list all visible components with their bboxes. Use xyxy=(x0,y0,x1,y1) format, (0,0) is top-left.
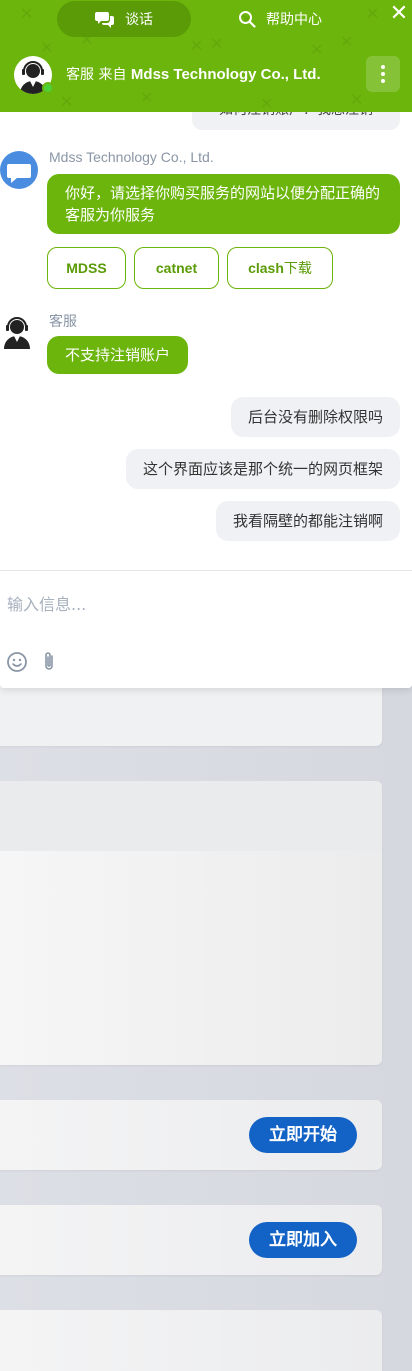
background-card xyxy=(0,1310,382,1371)
chat-bubbles-icon xyxy=(95,12,114,28)
tab-help-label: 帮助中心 xyxy=(266,12,322,28)
more-options-button[interactable] xyxy=(366,56,400,92)
bot-avatar xyxy=(0,151,38,189)
background-card: 立即开始 xyxy=(0,1100,382,1170)
chat-widget: 如何注销账户？我想注销 Mdss Technology Co., Ltd. 你好… xyxy=(0,0,412,688)
background-card xyxy=(0,781,382,1065)
close-icon[interactable]: ✕ xyxy=(387,2,411,26)
start-now-button[interactable]: 立即开始 xyxy=(249,1117,357,1153)
chat-header: ✕✕✕ ✕✕✕ ✕✕✕ ✕✕✕ ✕✕✕✕ 谈话 帮助中心 ✕ xyxy=(0,0,412,112)
emoji-icon[interactable] xyxy=(6,651,28,673)
choice-catnet-button[interactable]: catnet xyxy=(134,247,219,289)
search-icon xyxy=(239,11,256,28)
agent-sender-name: 客服 xyxy=(49,313,77,329)
bot-message-bubble: 你好，请选择你购买服务的网站以便分配正确的客服为你服务 xyxy=(47,174,400,234)
support-agent-icon xyxy=(4,317,30,349)
agent-company: Mdss Technology Co., Ltd. xyxy=(130,66,321,83)
bot-message-text: 你好，请选择你购买服务的网站以便分配正确的客服为你服务 xyxy=(65,184,381,224)
agent-prefix: 客服 来自 xyxy=(66,67,127,83)
join-now-button[interactable]: 立即加入 xyxy=(249,1222,357,1258)
chat-icon xyxy=(7,164,31,183)
user-message-text: 我看隔壁的都能注销啊 xyxy=(232,512,383,530)
user-message-text: 后台没有删除权限吗 xyxy=(247,408,383,426)
choice-label: clash xyxy=(248,260,284,276)
tab-chat[interactable]: 谈话 xyxy=(57,1,191,37)
agent-message-text: 不支持注销账户 xyxy=(65,346,171,364)
background-card: 立即加入 xyxy=(0,1205,382,1275)
tab-help-center[interactable]: 帮助中心 xyxy=(225,1,335,37)
choice-suffix: 下载 xyxy=(283,261,312,277)
choice-clash-button[interactable]: clash 下载 xyxy=(227,247,333,289)
agent-message-bubble: 不支持注销账户 xyxy=(47,336,189,374)
agent-info: 客服 来自 Mdss Technology Co., Ltd. xyxy=(0,54,412,96)
choice-label: catnet xyxy=(155,260,198,276)
agent-title: 客服 来自 Mdss Technology Co., Ltd. xyxy=(66,64,321,84)
composer xyxy=(0,570,412,688)
bot-sender-name: Mdss Technology Co., Ltd. xyxy=(49,149,214,165)
online-status-dot xyxy=(42,82,54,94)
agent-avatar xyxy=(0,313,38,351)
paperclip-icon[interactable] xyxy=(39,651,61,673)
tab-chat-label: 谈话 xyxy=(125,12,153,28)
user-message-bubble: 后台没有删除权限吗 xyxy=(230,397,400,437)
choice-mdss-button[interactable]: MDSS xyxy=(47,247,126,289)
message-input[interactable] xyxy=(7,591,402,617)
user-message-bubble: 这个界面应该是那个统一的网页框架 xyxy=(125,449,400,489)
user-message-bubble: 我看隔壁的都能注销啊 xyxy=(215,501,400,541)
choice-label: MDSS xyxy=(66,260,107,276)
user-message-text: 这个界面应该是那个统一的网页框架 xyxy=(142,460,383,478)
